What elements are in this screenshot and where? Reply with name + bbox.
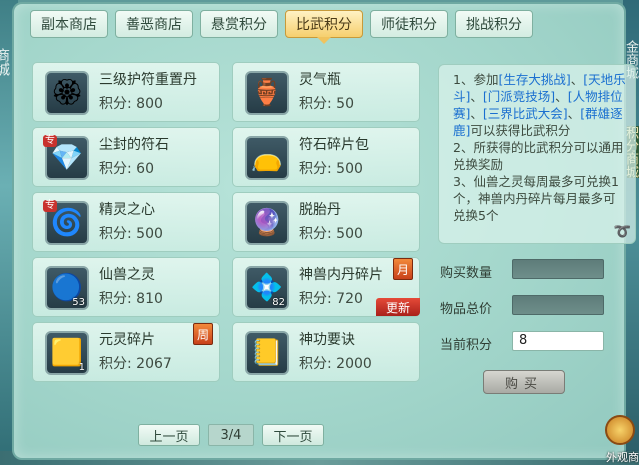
item-name: 神功要诀 [299, 332, 355, 348]
item-name: 符石碎片包 [299, 137, 369, 153]
current-points-field: 8 [512, 331, 604, 351]
item-price: 积分: 50 [299, 96, 354, 112]
rule-2: 2、所获得的比武积分可以通用兑换奖励 [453, 140, 624, 172]
quantity-input[interactable] [512, 259, 604, 279]
item-price: 积分: 500 [99, 226, 163, 242]
shop-panel: 副本商店 善恶商店 悬赏积分 比武积分 师徒积分 挑战积分 🏵 三级护符重置丹 … [12, 2, 636, 460]
background-left-label: 商城 [0, 48, 10, 76]
item-name: 精灵之心 [99, 202, 155, 218]
shop-item[interactable]: 🔵 53 仙兽之灵 积分: 810 [32, 257, 220, 317]
item-name: 三级护符重置丹 [99, 72, 197, 88]
item-name: 元灵碎片 [99, 332, 155, 348]
corner-swirl-icon: ➰ [613, 224, 631, 240]
tab-mentor-points[interactable]: 师徒积分 [370, 10, 448, 38]
item-price: 积分: 810 [99, 291, 163, 307]
item-price: 积分: 2000 [299, 356, 372, 372]
divine-skill-book-icon: 📒 [245, 331, 289, 375]
exclusive-tag: 专 [43, 200, 57, 212]
tab-dungeon-shop[interactable]: 副本商店 [30, 10, 108, 38]
item-price: 积分: 720 [299, 291, 363, 307]
rule-1-prefix: 1、参加 [453, 72, 499, 87]
item-name: 脱胎丹 [299, 202, 341, 218]
tab-bounty-points[interactable]: 悬赏积分 [200, 10, 278, 38]
item-price: 积分: 2067 [99, 356, 172, 372]
item-price: 积分: 60 [99, 161, 154, 177]
rebirth-pill-icon: 🔮 [245, 201, 289, 245]
page-indicator: 3/4 [208, 424, 254, 446]
tab-karma-shop[interactable]: 善恶商店 [115, 10, 193, 38]
weekly-limit-badge: 周 [193, 323, 213, 345]
buy-button[interactable]: 购买 [483, 370, 565, 394]
total-label: 物品总价 [440, 302, 493, 317]
shop-item[interactable]: 🏺 灵气瓶 积分: 50 [232, 62, 420, 122]
item-price: 积分: 800 [99, 96, 163, 112]
item-name: 灵气瓶 [299, 72, 341, 88]
event-three-realms: [三界比武大会] [482, 106, 568, 121]
item-name: 神兽内丹碎片 [299, 267, 383, 283]
rules-info-box: 1、参加[生存大挑战]、[天地乐斗]、[门派竞技场]、[人物排位赛]、[三界比武… [438, 64, 636, 244]
prev-page-button[interactable]: 上一页 [138, 424, 200, 446]
shop-item[interactable]: 🟨 1 元灵碎片 积分: 2067 周 [32, 322, 220, 382]
shop-item[interactable]: 🏵 三级护符重置丹 积分: 800 [32, 62, 220, 122]
shop-item[interactable]: 👝 符石碎片包 积分: 500 [232, 127, 420, 187]
amulet-reset-pill-icon: 🏵 [45, 71, 89, 115]
total-price-field [512, 295, 604, 315]
exclusive-tag: 专 [43, 135, 57, 147]
shop-item[interactable]: 🌀 专 精灵之心 积分: 500 [32, 192, 220, 252]
item-name: 尘封的符石 [99, 137, 169, 153]
rune-fragment-bag-icon: 👝 [245, 136, 289, 180]
item-count: 1 [78, 362, 85, 373]
tab-arena-points[interactable]: 比武积分 [285, 10, 363, 44]
item-count: 53 [72, 297, 85, 308]
event-sect-arena: [门派竞技场] [482, 89, 556, 104]
shop-item[interactable]: 🔮 脱胎丹 积分: 500 [232, 192, 420, 252]
item-name: 仙兽之灵 [99, 267, 155, 283]
appearance-shop-button[interactable]: 外观商 [597, 415, 639, 465]
beast-spirit-icon: 🔵 53 [45, 266, 89, 310]
item-count: 82 [272, 297, 285, 308]
appearance-shop-label: 外观商 [606, 451, 639, 464]
item-price: 积分: 500 [299, 226, 363, 242]
next-page-button[interactable]: 下一页 [262, 424, 324, 446]
shop-item[interactable]: 💎 专 尘封的符石 积分: 60 [32, 127, 220, 187]
appearance-shop-icon [605, 415, 635, 445]
divine-beast-core-icon: 💠 82 [245, 266, 289, 310]
new-badge: 更新 [376, 298, 420, 316]
spirit-heart-icon: 🌀 专 [43, 200, 89, 245]
rule-3: 3、仙兽之灵每周最多可兑换1个，神兽内丹碎片每月最多可兑换5个 [453, 174, 619, 223]
sealed-rune-stone-icon: 💎 专 [43, 135, 89, 180]
shop-tabs: 副本商店 善恶商店 悬赏积分 比武积分 师徒积分 挑战积分 [30, 10, 533, 44]
monthly-limit-badge: 月 [393, 258, 413, 280]
rule-1-suffix: 可以获得比武积分 [470, 123, 571, 138]
event-survival: [生存大挑战] [498, 72, 571, 87]
tab-challenge-points[interactable]: 挑战积分 [455, 10, 533, 38]
item-price: 积分: 500 [299, 161, 363, 177]
shop-item[interactable]: 💠 82 神兽内丹碎片 积分: 720 月 更新 [232, 257, 420, 317]
current-points-label: 当前积分 [440, 338, 493, 353]
yuanling-fragment-icon: 🟨 1 [45, 331, 89, 375]
quantity-label: 购买数量 [440, 266, 493, 281]
spirit-vase-icon: 🏺 [245, 71, 289, 115]
shop-item[interactable]: 📒 神功要诀 积分: 2000 [232, 322, 420, 382]
